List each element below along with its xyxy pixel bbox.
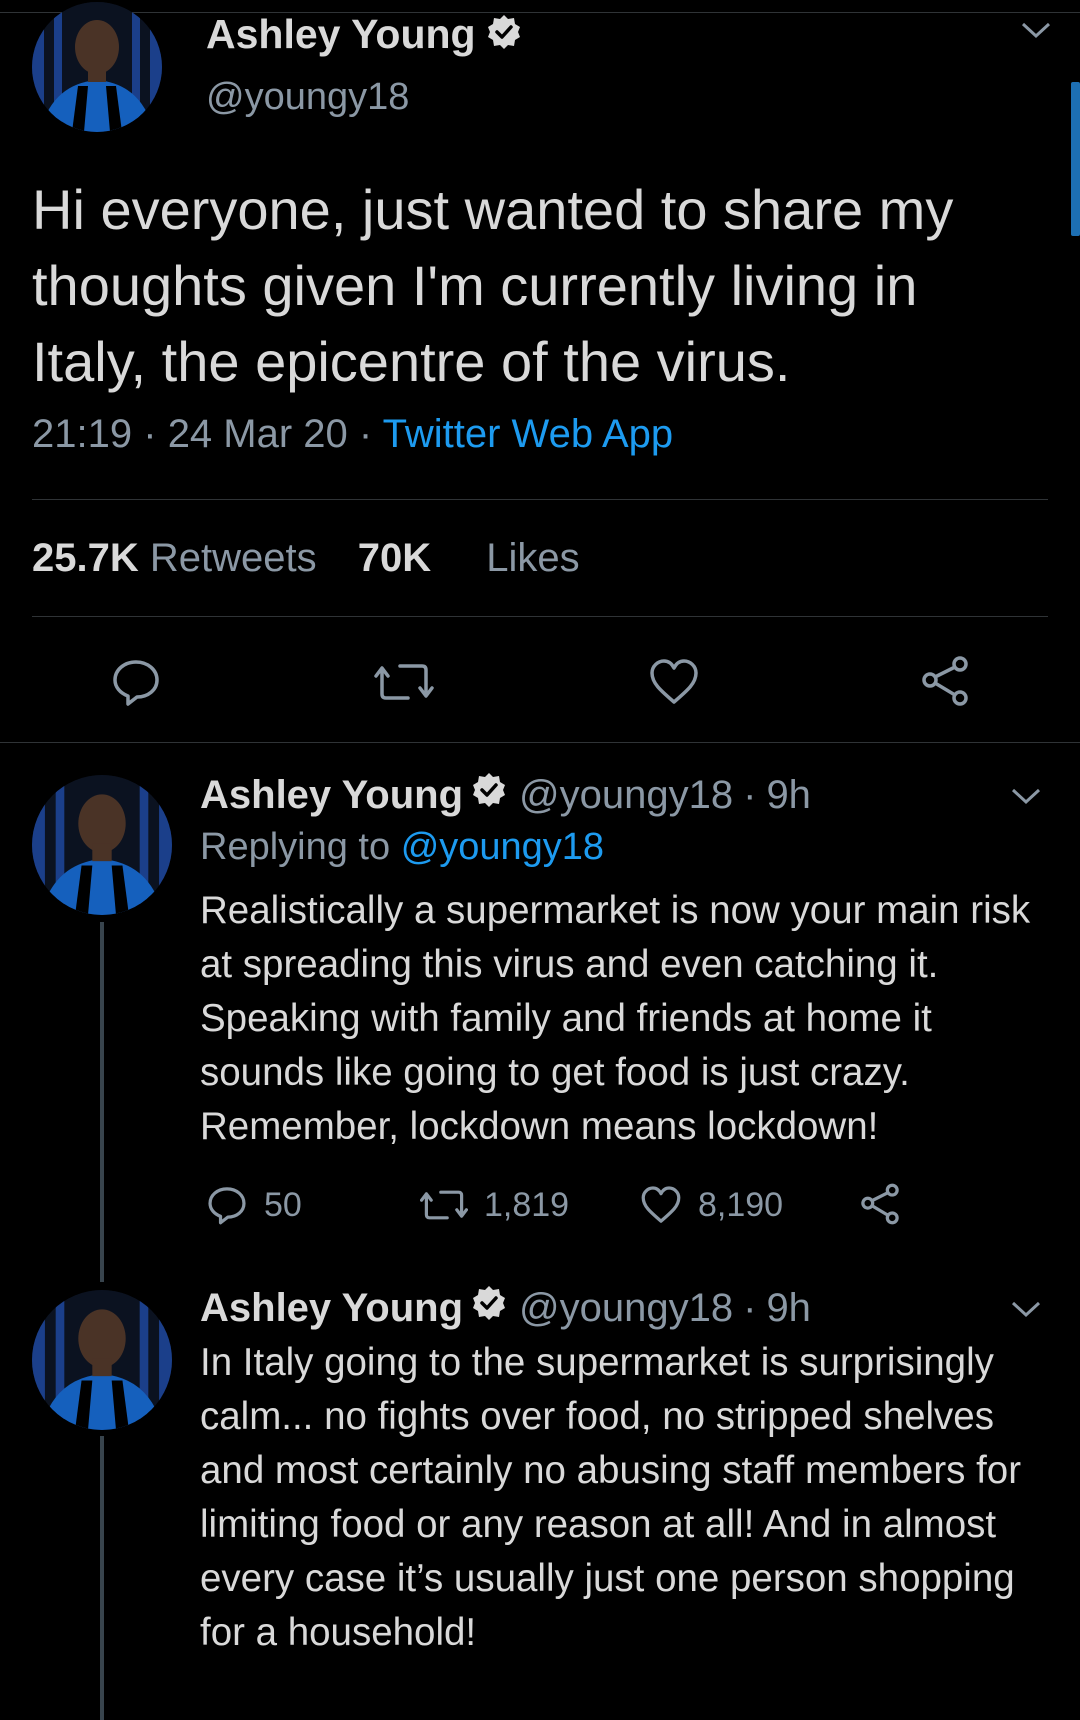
reply-text: Realistically a supermarket is now your … xyxy=(200,889,1031,1148)
meta-separator: · xyxy=(743,772,757,817)
reply-button[interactable]: 50 xyxy=(206,1184,302,1226)
chevron-down-icon[interactable] xyxy=(1010,1299,1042,1324)
divider xyxy=(32,499,1048,500)
share-icon xyxy=(861,1183,899,1225)
retweets-count[interactable]: 25.7K xyxy=(32,536,139,580)
verified-icon xyxy=(471,772,507,818)
scrollbar[interactable] xyxy=(1071,82,1080,236)
replying-to: Replying to @youngy18 xyxy=(200,826,604,869)
retweet-icon xyxy=(420,1190,468,1220)
divider xyxy=(0,742,1080,743)
reply-handle[interactable]: @youngy18 xyxy=(519,773,733,818)
reply-count: 50 xyxy=(264,1185,302,1224)
replying-to-handle[interactable]: @youngy18 xyxy=(401,826,604,868)
retweet-count: 1,819 xyxy=(484,1185,570,1224)
replying-to-label: Replying to xyxy=(200,826,391,868)
like-button[interactable]: 8,190 xyxy=(640,1184,783,1226)
chevron-down-icon[interactable] xyxy=(1020,20,1052,45)
author-name-row: Ashley Young xyxy=(206,10,522,58)
likes-label[interactable]: Likes xyxy=(486,536,579,580)
retweet-button[interactable]: 1,819 xyxy=(420,1184,569,1226)
meta-separator: · xyxy=(743,1285,757,1330)
avatar-icon xyxy=(32,1290,172,1430)
share-button[interactable] xyxy=(858,1182,902,1226)
likes-count[interactable]: 70K xyxy=(358,536,431,580)
chevron-down-icon[interactable] xyxy=(1010,786,1042,811)
author-handle[interactable]: @youngy18 xyxy=(206,76,409,119)
tweet-source-link[interactable]: Twitter Web App xyxy=(383,412,674,456)
thread-connector xyxy=(100,922,104,1282)
reply-text: In Italy going to the supermarket is sur… xyxy=(200,1341,1022,1654)
avatar[interactable] xyxy=(32,775,172,915)
reply-icon xyxy=(208,1187,246,1225)
like-icon[interactable] xyxy=(648,656,700,713)
avatar-icon xyxy=(32,2,162,132)
avatar[interactable] xyxy=(32,2,162,132)
verified-icon xyxy=(471,1285,507,1331)
reply-icon[interactable] xyxy=(110,656,162,713)
reply-time[interactable]: 9h xyxy=(766,773,811,818)
reply-time[interactable]: 9h xyxy=(766,1286,811,1331)
tweet-text: Hi everyone, just wanted to share my tho… xyxy=(32,178,954,393)
reply-handle[interactable]: @youngy18 xyxy=(519,1286,733,1331)
tweet-meta: 21:19 · 24 Mar 20 · Twitter Web App xyxy=(32,412,673,457)
reply-display-name[interactable]: Ashley Young xyxy=(200,1286,463,1331)
avatar-icon xyxy=(32,775,172,915)
divider xyxy=(32,616,1048,617)
tweet-stats: 25.7K Retweets 70K Likes xyxy=(32,536,580,581)
reply-header: Ashley Young @youngy18 · 9h xyxy=(200,1283,811,1333)
tweet-time: 21:19 xyxy=(32,412,133,456)
retweets-label[interactable]: Retweets xyxy=(150,536,317,580)
share-icon[interactable] xyxy=(918,654,972,713)
reply-header: Ashley Young @youngy18 · 9h xyxy=(200,770,811,820)
thread-connector xyxy=(100,1436,104,1720)
reply-display-name[interactable]: Ashley Young xyxy=(200,773,463,818)
author-display-name[interactable]: Ashley Young xyxy=(206,11,476,58)
retweet-icon[interactable] xyxy=(374,656,434,713)
like-count: 8,190 xyxy=(698,1185,784,1224)
top-divider xyxy=(0,12,1080,13)
avatar[interactable] xyxy=(32,1290,172,1430)
like-icon xyxy=(641,1186,681,1223)
meta-separator: · xyxy=(358,412,373,456)
tweet-date: 24 Mar 20 xyxy=(167,412,348,456)
verified-icon xyxy=(486,14,522,55)
meta-separator: · xyxy=(143,412,157,456)
